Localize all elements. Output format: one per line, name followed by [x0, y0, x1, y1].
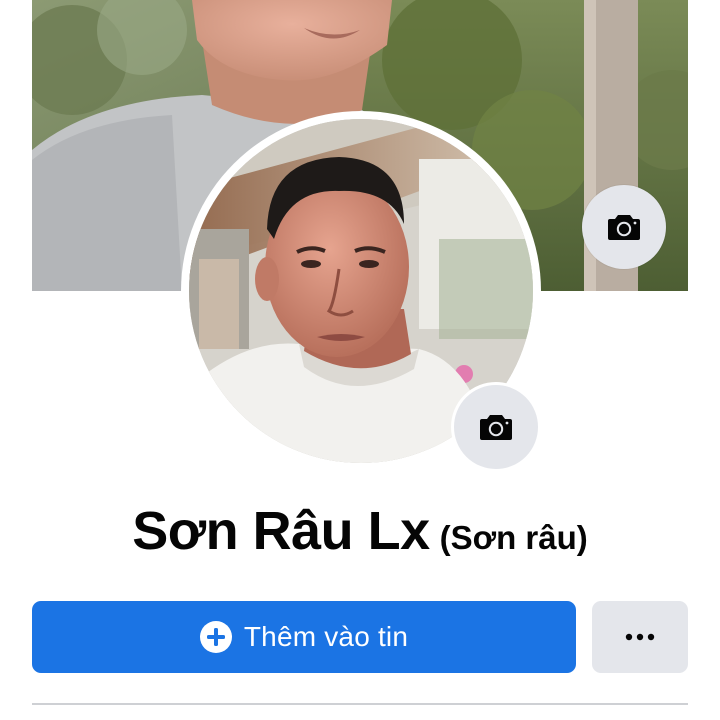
- profile-name-main: Sơn Râu Lx: [132, 501, 430, 561]
- plus-circle-icon: [199, 621, 232, 653]
- cover-camera-button[interactable]: [582, 185, 666, 269]
- add-to-story-label: Thêm vào tin: [243, 621, 409, 652]
- add-to-story-button[interactable]: Thêm vào tin: [32, 601, 576, 673]
- camera-icon: [608, 215, 640, 240]
- more-dots-icon: [625, 633, 655, 641]
- profile-name: Sơn Râu Lx (Sơn râu): [0, 500, 720, 576]
- avatar-camera-button[interactable]: [451, 382, 541, 472]
- section-divider: [32, 703, 688, 705]
- more-options-button[interactable]: [592, 601, 688, 673]
- profile-page: Sơn Râu Lx (Sơn râu) Thêm vào tin: [0, 0, 720, 720]
- profile-name-alternate: (Sơn râu): [439, 519, 588, 556]
- camera-icon: [480, 415, 512, 440]
